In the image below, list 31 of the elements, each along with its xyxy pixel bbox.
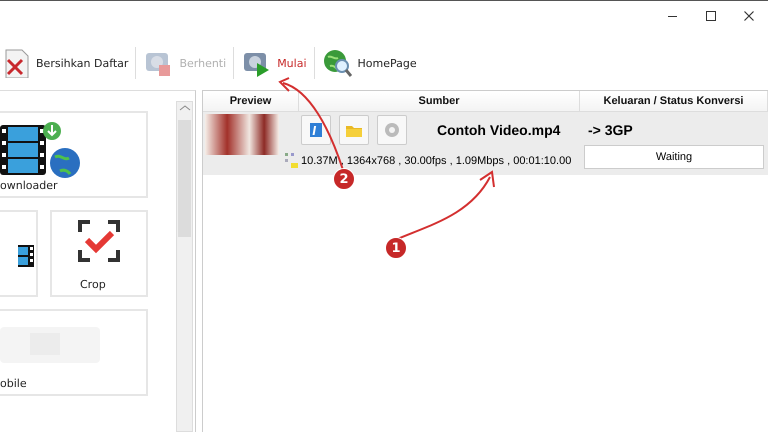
info-button[interactable] [301, 114, 331, 144]
film-globe-icon [0, 121, 82, 179]
tool-tile[interactable] [0, 210, 38, 297]
column-header[interactable]: Keluaran / Status Konversi [580, 91, 768, 111]
scroll-up-icon [178, 104, 190, 112]
maximize-icon [706, 10, 716, 20]
tile-label: ownloader [0, 179, 58, 192]
film-strip-icon [18, 244, 34, 266]
column-header[interactable]: Sumber [299, 91, 580, 111]
tool-tile[interactable]: ownloader [0, 111, 148, 198]
clear-list-button[interactable]: Bersihkan Daftar [0, 46, 132, 80]
tile-label: Crop [80, 278, 106, 291]
column-header[interactable]: Preview [203, 91, 299, 111]
tool-tile[interactable]: Crop [50, 210, 148, 297]
media-info: 10.37M , 1364x768 , 30.00fps , 1.09Mbps , 00:01:10.00 [301, 155, 572, 167]
close-icon [744, 10, 754, 20]
folder-button[interactable] [339, 114, 369, 144]
info-icon [307, 120, 325, 138]
file-name: Contoh Video.mp4 [437, 122, 560, 138]
globe-magnifier-icon [322, 48, 352, 78]
tool-tile[interactable]: obile [0, 309, 148, 396]
gear-icon [383, 120, 401, 138]
output-format: -> 3GP [587, 120, 634, 140]
scrollbar[interactable] [176, 101, 193, 432]
settings-button[interactable] [377, 114, 407, 144]
media-info-icon [285, 153, 299, 169]
status-field: Waiting [584, 145, 764, 169]
crop-check-icon [78, 220, 120, 262]
homepage-button[interactable]: HomePage [318, 46, 421, 80]
tile-label: obile [0, 377, 28, 390]
start-button[interactable]: Mulai [237, 46, 311, 80]
